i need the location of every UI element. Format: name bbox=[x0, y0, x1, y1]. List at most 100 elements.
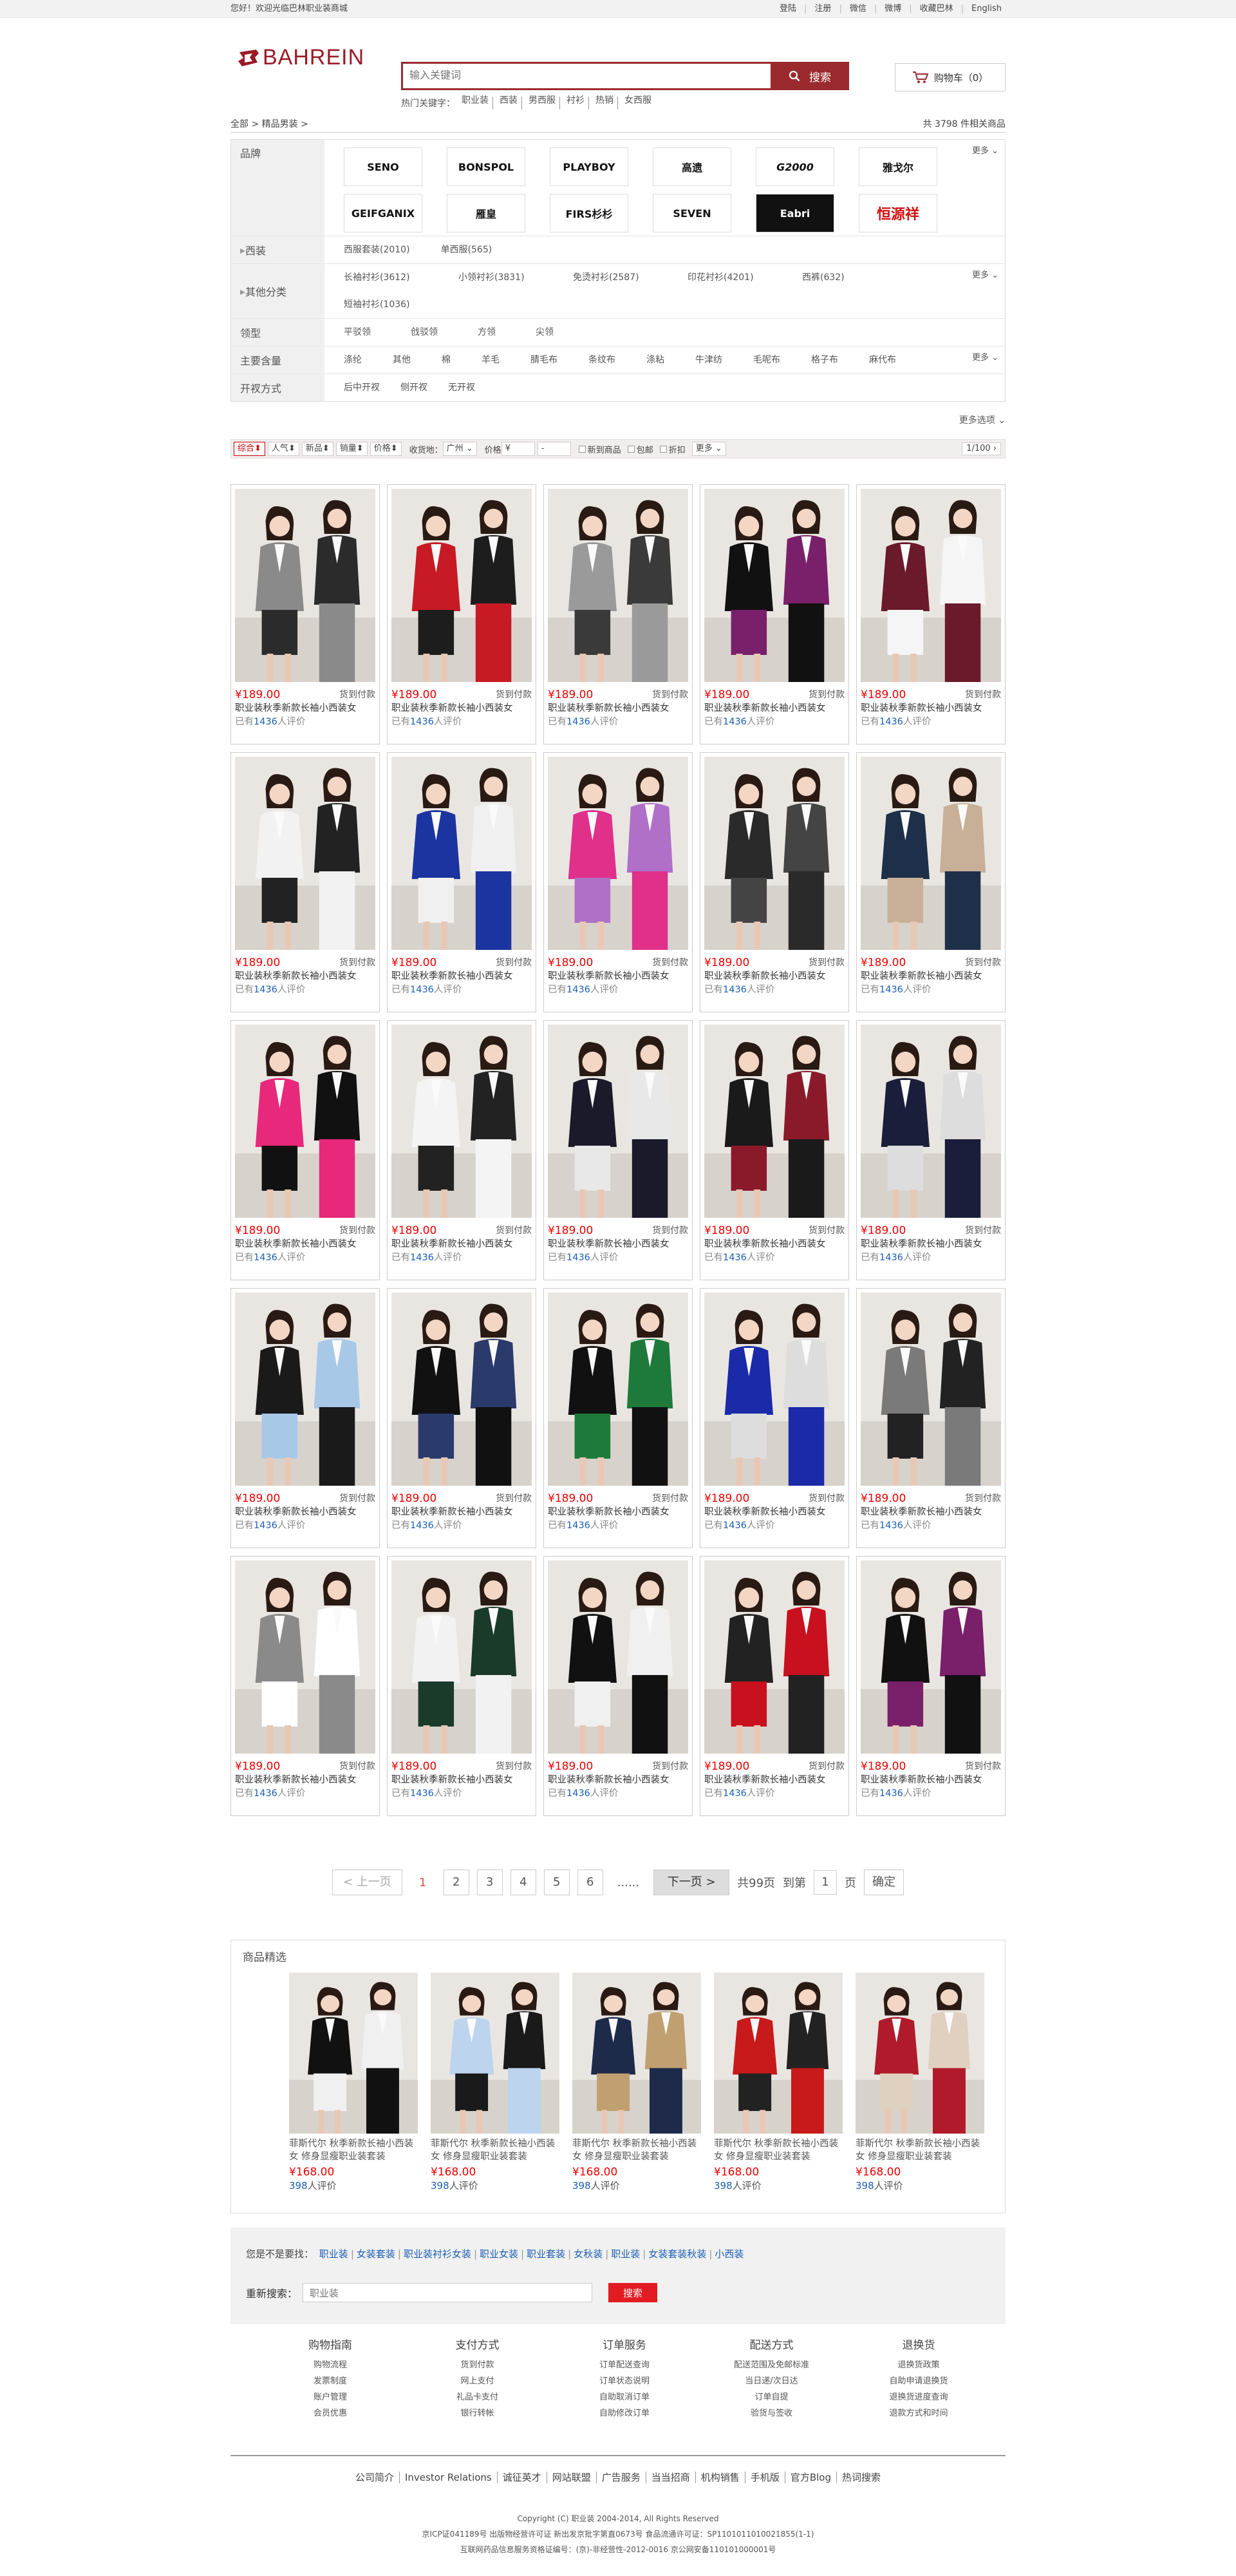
product-title[interactable]: 职业装秋季新款长袖小西装女 bbox=[861, 1773, 1001, 1787]
login-link[interactable]: 登陆 bbox=[776, 0, 800, 18]
help-link[interactable]: 退款方式和时间 bbox=[870, 2405, 967, 2421]
filter-option[interactable]: 麻代布 bbox=[869, 346, 896, 374]
filter-more[interactable]: 更多 ⌄ bbox=[972, 144, 998, 156]
product-title[interactable]: 职业装秋季新款长袖小西装女 bbox=[861, 969, 1001, 983]
price-min-input[interactable]: ¥ bbox=[501, 442, 535, 456]
sort-newest[interactable]: 新品⬍ bbox=[301, 442, 333, 456]
help-link[interactable]: 货到付款 bbox=[429, 2357, 526, 2373]
sort-price[interactable]: 价格⬍ bbox=[370, 442, 402, 456]
product-card[interactable]: ¥189.00 货到付款 职业装秋季新款长袖小西装女 已有1436人评价 bbox=[700, 1020, 849, 1280]
suggestion-keyword[interactable]: 女装套装 bbox=[354, 2248, 398, 2260]
register-link[interactable]: 注册 bbox=[810, 0, 835, 18]
footer-link[interactable]: Investor Relations bbox=[400, 2472, 498, 2483]
product-card[interactable]: ¥189.00 货到付款 职业装秋季新款长袖小西装女 已有1436人评价 bbox=[700, 484, 849, 744]
page-number[interactable]: 2 bbox=[443, 1870, 469, 1895]
product-card[interactable]: ¥189.00 货到付款 职业装秋季新款长袖小西装女 已有1436人评价 bbox=[387, 484, 536, 744]
brand-logo[interactable]: BONSPOL bbox=[447, 147, 525, 186]
filter-option[interactable]: 尖领 bbox=[536, 319, 554, 346]
review-count[interactable]: 1436 bbox=[566, 717, 590, 727]
footer-link[interactable]: 机构销售 bbox=[695, 2472, 745, 2483]
product-image[interactable] bbox=[391, 1025, 532, 1218]
featured-item[interactable]: 菲斯代尔 秋季新款长袖小西装女 修身显瘦职业装套装 ¥168.00 398人评价 bbox=[289, 1973, 418, 2192]
review-count[interactable]: 398 bbox=[572, 2180, 591, 2192]
help-link[interactable]: 退换货进度查询 bbox=[870, 2389, 967, 2405]
featured-image[interactable] bbox=[572, 1973, 701, 2134]
product-image[interactable] bbox=[391, 1293, 532, 1486]
review-count[interactable]: 1436 bbox=[879, 1788, 903, 1799]
product-image[interactable] bbox=[704, 757, 845, 950]
review-count[interactable]: 398 bbox=[856, 2180, 874, 2192]
product-title[interactable]: 职业装秋季新款长袖小西装女 bbox=[548, 1237, 688, 1251]
help-link[interactable]: 当日递/次日达 bbox=[724, 2373, 820, 2389]
featured-image[interactable] bbox=[714, 1973, 843, 2134]
filter-option[interactable]: 小领衬衫(3831) bbox=[458, 264, 555, 291]
help-link[interactable]: 自助取消订单 bbox=[576, 2389, 673, 2405]
product-image[interactable] bbox=[235, 757, 375, 950]
filter-more[interactable]: 更多 ⌄ bbox=[972, 350, 998, 363]
filter-label[interactable]: 主要含量 bbox=[231, 346, 324, 374]
review-count[interactable]: 1436 bbox=[723, 1520, 747, 1531]
review-count[interactable]: 1436 bbox=[723, 985, 747, 995]
product-image[interactable] bbox=[861, 1560, 1001, 1754]
product-card[interactable]: ¥189.00 货到付款 职业装秋季新款长袖小西装女 已有1436人评价 bbox=[387, 1020, 536, 1280]
page-number[interactable]: 6 bbox=[577, 1870, 603, 1895]
footer-link[interactable]: 手机版 bbox=[745, 2472, 785, 2483]
product-image[interactable] bbox=[548, 1025, 688, 1218]
featured-title[interactable]: 菲斯代尔 秋季新款长袖小西装女 修身显瘦职业装套装 bbox=[289, 2137, 418, 2163]
review-count[interactable]: 1436 bbox=[566, 1788, 590, 1799]
hot-keyword[interactable]: 职业装 bbox=[458, 96, 493, 109]
site-logo[interactable]: BAHREIN bbox=[237, 45, 364, 70]
free-shipping-checkbox[interactable]: 包邮 bbox=[627, 443, 653, 455]
review-count[interactable]: 1436 bbox=[410, 1788, 434, 1799]
product-card[interactable]: ¥189.00 货到付款 职业装秋季新款长袖小西装女 已有1436人评价 bbox=[856, 752, 1006, 1012]
brand-logo[interactable]: 高遗 bbox=[653, 147, 731, 186]
product-title[interactable]: 职业装秋季新款长袖小西装女 bbox=[235, 1505, 375, 1519]
help-link[interactable]: 自助申请退换货 bbox=[870, 2373, 967, 2389]
product-title[interactable]: 职业装秋季新款长袖小西装女 bbox=[548, 1773, 688, 1787]
product-card[interactable]: ¥189.00 货到付款 职业装秋季新款长袖小西装女 已有1436人评价 bbox=[856, 484, 1006, 744]
filter-label[interactable]: ▸ 西装 bbox=[231, 236, 324, 263]
suggestion-keyword[interactable]: 女秋装 bbox=[571, 2248, 605, 2260]
brand-logo[interactable]: PLAYBOY bbox=[550, 147, 628, 186]
suggestion-keyword[interactable]: 小西装 bbox=[712, 2248, 746, 2260]
featured-title[interactable]: 菲斯代尔 秋季新款长袖小西装女 修身显瘦职业装套装 bbox=[431, 2137, 559, 2163]
suggestion-keyword[interactable]: 职业装 bbox=[317, 2248, 351, 2260]
english-link[interactable]: English bbox=[968, 0, 1006, 18]
footer-link[interactable]: 诚征英才 bbox=[497, 2472, 547, 2483]
cart-button[interactable]: 购物车（0） bbox=[895, 63, 1006, 91]
filter-option[interactable]: 其他 bbox=[393, 346, 411, 374]
filter-option[interactable]: 涤粘 bbox=[646, 346, 664, 374]
product-image[interactable] bbox=[704, 1293, 845, 1486]
help-link[interactable]: 购物流程 bbox=[282, 2357, 379, 2373]
filter-option[interactable]: 平驳领 bbox=[344, 319, 371, 346]
brand-logo[interactable]: FIRS杉杉 bbox=[550, 194, 628, 232]
review-count[interactable]: 1436 bbox=[254, 717, 277, 727]
product-title[interactable]: 职业装秋季新款长袖小西装女 bbox=[391, 1773, 532, 1787]
review-count[interactable]: 1436 bbox=[879, 1253, 903, 1263]
review-count[interactable]: 1436 bbox=[566, 985, 590, 995]
price-max-input[interactable]: - bbox=[537, 442, 571, 456]
filter-option[interactable]: 印花衬衫(4201) bbox=[688, 264, 784, 291]
product-card[interactable]: ¥189.00 货到付款 职业装秋季新款长袖小西装女 已有1436人评价 bbox=[230, 484, 380, 744]
page-indicator[interactable]: 1/100 › bbox=[962, 442, 1001, 455]
help-link[interactable]: 会员优惠 bbox=[282, 2405, 379, 2421]
product-card[interactable]: ¥189.00 货到付款 职业装秋季新款长袖小西装女 已有1436人评价 bbox=[700, 1288, 849, 1548]
filter-option[interactable]: 牛津纺 bbox=[695, 346, 722, 374]
filter-option[interactable]: 短袖衬衫(1036) bbox=[344, 291, 440, 318]
featured-item[interactable]: 菲斯代尔 秋季新款长袖小西装女 修身显瘦职业装套装 ¥168.00 398人评价 bbox=[714, 1973, 843, 2192]
featured-image[interactable] bbox=[856, 1973, 984, 2134]
filter-option[interactable]: 棉 bbox=[442, 346, 451, 374]
sort-popularity[interactable]: 人气⬍ bbox=[267, 442, 299, 456]
brand-logo[interactable]: SENO bbox=[344, 147, 422, 186]
help-link[interactable]: 订单自提 bbox=[724, 2389, 820, 2405]
brand-logo[interactable]: 雁皇 bbox=[447, 194, 525, 232]
featured-item[interactable]: 菲斯代尔 秋季新款长袖小西装女 修身显瘦职业装套装 ¥168.00 398人评价 bbox=[431, 1973, 559, 2192]
product-card[interactable]: ¥189.00 货到付款 职业装秋季新款长袖小西装女 已有1436人评价 bbox=[543, 484, 693, 744]
help-link[interactable]: 礼品卡支付 bbox=[429, 2389, 526, 2405]
featured-title[interactable]: 菲斯代尔 秋季新款长袖小西装女 修身显瘦职业装套装 bbox=[714, 2137, 843, 2163]
review-count[interactable]: 1436 bbox=[879, 717, 903, 727]
product-card[interactable]: ¥189.00 货到付款 职业装秋季新款长袖小西装女 已有1436人评价 bbox=[230, 1020, 380, 1280]
filter-option[interactable]: 涤纶 bbox=[344, 346, 362, 374]
more-options[interactable]: 更多选项 ⌄ bbox=[230, 413, 1006, 426]
filter-option[interactable]: 长袖衬衫(3612) bbox=[344, 264, 440, 291]
